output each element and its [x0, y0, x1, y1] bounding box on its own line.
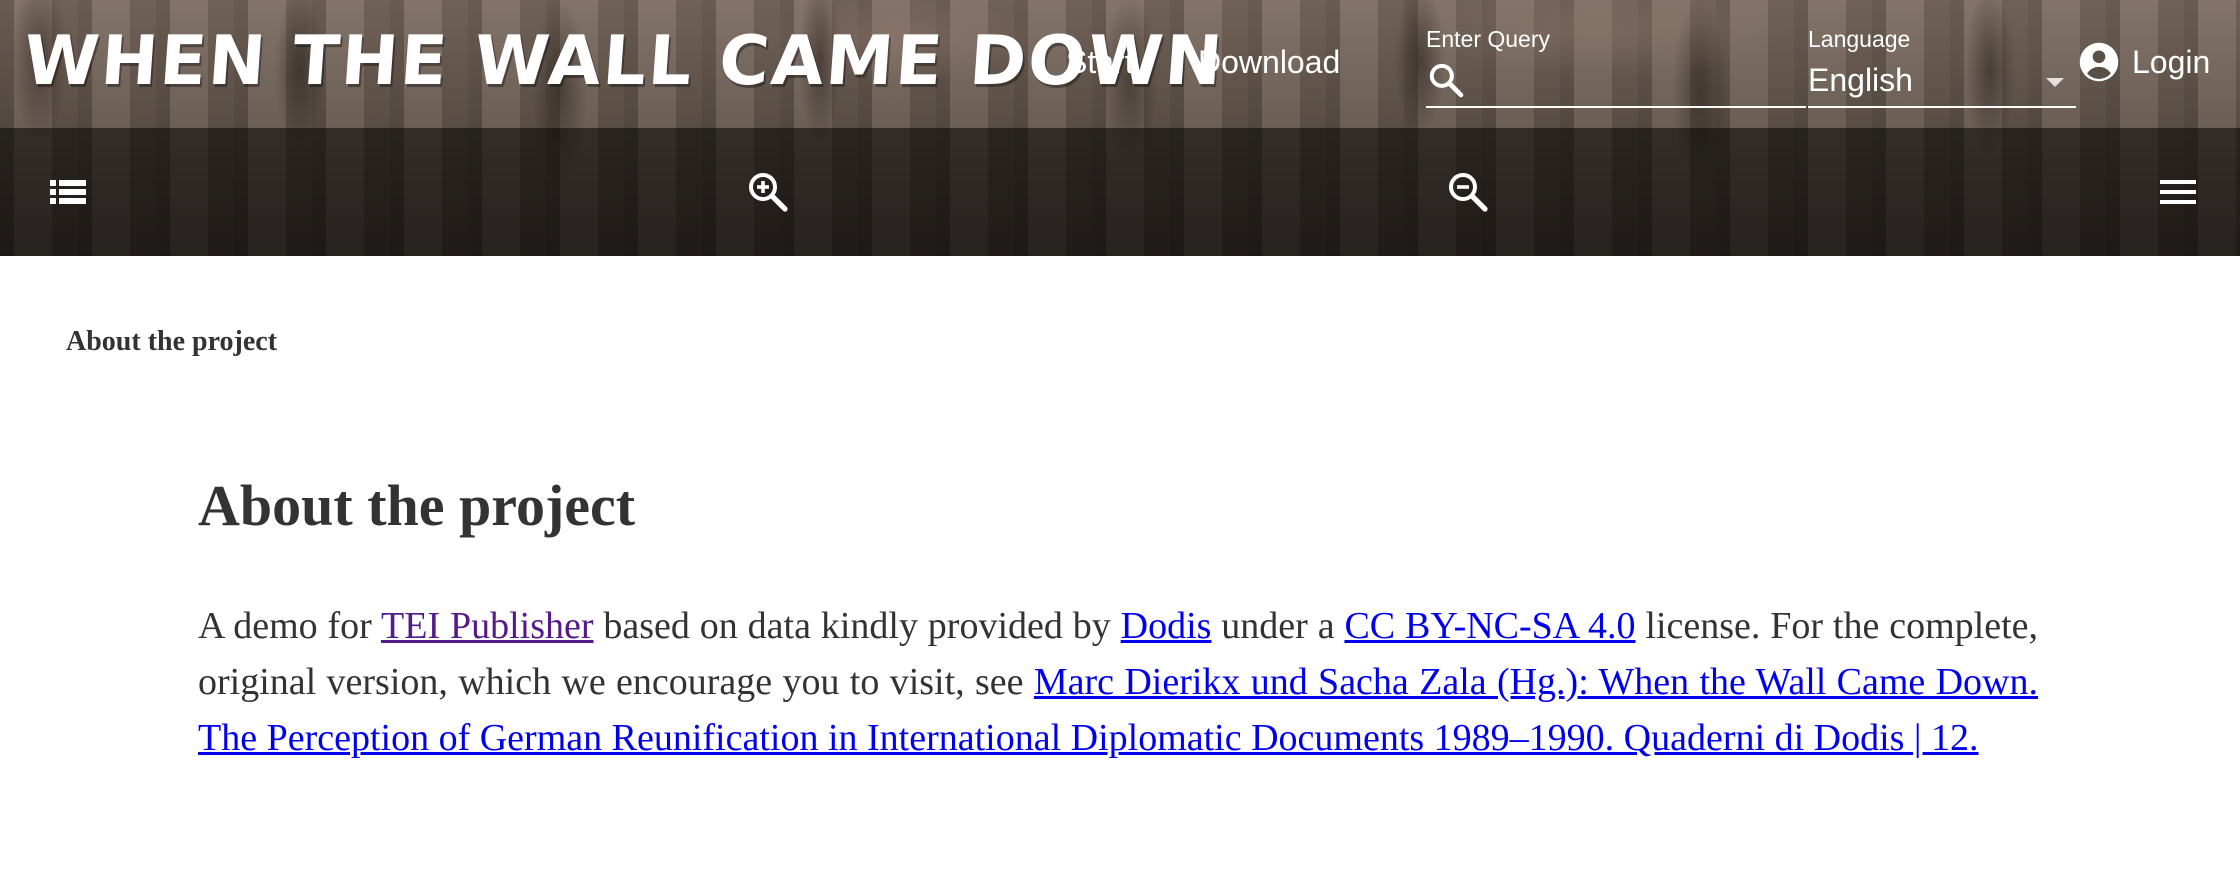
search-input[interactable]	[1476, 60, 1800, 100]
intro-text: based on data kindly provided by	[593, 605, 1121, 647]
dodis-link[interactable]: Dodis	[1121, 605, 1212, 647]
toc-button[interactable]	[44, 168, 92, 216]
toc-list-icon	[50, 180, 86, 204]
nav-start-link[interactable]: Start	[1066, 40, 1134, 84]
zoom-out-icon	[1449, 173, 1488, 212]
search-field[interactable]	[1426, 54, 1806, 108]
intro-paragraph: A demo for TEI Publisher based on data k…	[198, 598, 2038, 766]
site-header: WHEN THE WALL CAME DOWN Start Download E…	[0, 0, 2240, 256]
intro-text: A demo for	[198, 605, 382, 647]
language-label: Language	[1808, 26, 1911, 52]
page-title: About the project	[198, 473, 636, 538]
top-bar: WHEN THE WALL CAME DOWN Start Download E…	[0, 0, 2240, 128]
menu-button[interactable]	[2154, 168, 2202, 216]
license-link[interactable]: CC BY-NC-SA 4.0	[1344, 605, 1635, 647]
language-select[interactable]: English	[1808, 54, 2076, 108]
intro-text: under a	[1211, 605, 1345, 647]
chevron-down-icon	[2046, 78, 2064, 87]
account-circle-icon	[2079, 42, 2119, 82]
site-logo[interactable]: WHEN THE WALL CAME DOWN	[21, 12, 1226, 112]
login-button[interactable]: Login	[2078, 40, 2210, 84]
language-selected-value: English	[1808, 62, 1913, 98]
hamburger-menu-icon	[2160, 180, 2196, 204]
nav-download-link[interactable]: Download	[1198, 40, 1340, 84]
breadcrumb: About the project	[66, 326, 278, 357]
search-label: Enter Query	[1426, 26, 1550, 52]
tei-publisher-link[interactable]: TEI Publisher	[381, 605, 594, 647]
zoom-out-button[interactable]	[1444, 168, 1492, 216]
document-toolbar	[0, 128, 2240, 256]
zoom-in-icon	[749, 173, 788, 212]
zoom-in-button[interactable]	[744, 168, 792, 216]
login-label: Login	[2132, 43, 2211, 80]
search-icon[interactable]	[1426, 60, 1466, 100]
